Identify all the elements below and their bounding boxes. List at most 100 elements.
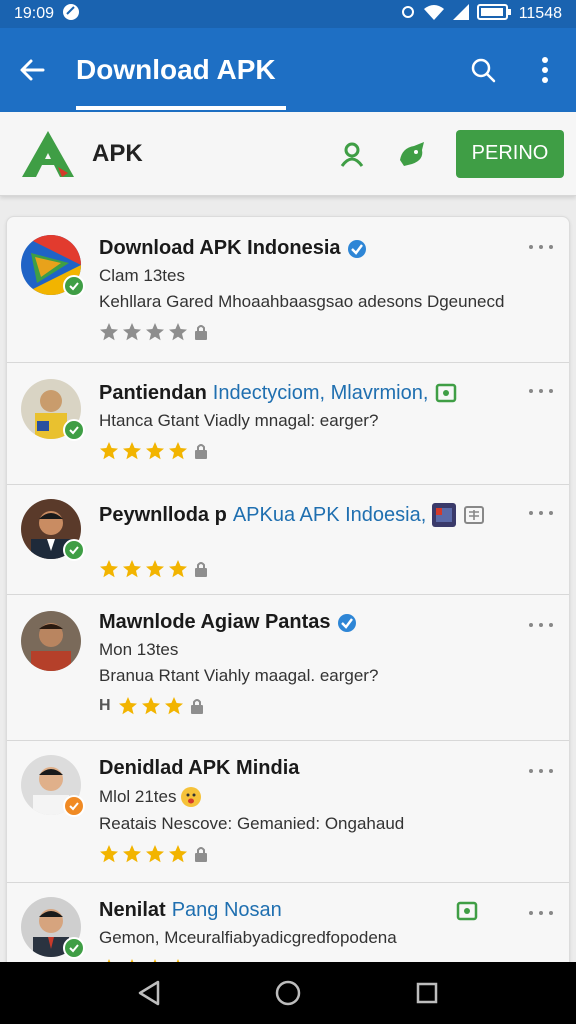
item-description: Gemon, Mceuralfiabyadicgredfopodena (99, 928, 397, 947)
item-title: Mawnlode Agiaw Pantas (99, 611, 331, 633)
item-title: Download APK Indonesia (99, 237, 341, 259)
primary-button[interactable]: PERINO (456, 129, 564, 178)
search-button[interactable] (452, 28, 514, 112)
signal-icon (452, 3, 469, 25)
star-filled-icon (123, 845, 141, 863)
lock-icon (195, 444, 207, 459)
verified-check-icon (63, 795, 85, 817)
lock-icon (195, 325, 207, 340)
item-description: Htanca Gtant Viadly mnagal: earger? (99, 411, 379, 430)
person-icon (340, 142, 364, 167)
screenshot-icon (455, 899, 479, 923)
more-options-button[interactable] (529, 383, 553, 399)
avatar (21, 379, 85, 441)
star-filled-icon (164, 697, 183, 715)
apk-logo-icon (20, 126, 76, 182)
rating-prefix: H (99, 697, 111, 714)
search-icon (471, 58, 496, 83)
app-list: Download APK Indonesia Clam 13tes Kehlla… (6, 216, 570, 976)
item-title: Denidlad APK Mindia (99, 757, 300, 779)
sync-icon (401, 5, 415, 24)
star-filled-icon (146, 560, 164, 578)
lock-icon (195, 847, 207, 862)
more-options-button[interactable] (529, 763, 553, 779)
profile-button[interactable] (322, 124, 382, 184)
overflow-menu-button[interactable] (514, 28, 576, 112)
system-nav-bar (0, 962, 576, 1024)
more-options-button[interactable] (529, 905, 553, 921)
item-title-accent: Pang Nosan (171, 899, 282, 921)
list-item[interactable]: Pantiendan Indectyciom, Mlavrmion, Htanc… (7, 363, 569, 485)
list-item[interactable]: Download APK Indonesia Clam 13tes Kehlla… (7, 217, 569, 363)
star-filled-icon (146, 845, 164, 863)
list-item[interactable]: Mawnlode Agiaw Pantas Mon 13tes Branua R… (7, 595, 569, 741)
verified-check-icon (63, 419, 85, 441)
battery-text: 11548 (518, 5, 562, 22)
list-item[interactable]: Peywnlloda p APKua APK Indoesia, (7, 485, 569, 595)
item-title: Pantiendan (99, 381, 207, 404)
android-button[interactable] (382, 124, 442, 184)
star-filled-icon (100, 560, 118, 578)
apk-label: APK (92, 139, 143, 167)
rating: H (99, 696, 509, 716)
more-options-button[interactable] (529, 239, 553, 255)
circle-home-icon (275, 980, 301, 1006)
wifi-icon (423, 4, 445, 25)
lock-icon (190, 699, 203, 714)
rating (99, 322, 509, 342)
avatar (21, 499, 85, 561)
page-title: Download APK (76, 28, 286, 112)
verified-badge-icon (337, 613, 356, 632)
emoji-icon (181, 787, 202, 807)
rating (99, 844, 509, 864)
image-icon (462, 503, 486, 527)
back-button[interactable] (0, 28, 64, 112)
star-empty-icon (146, 323, 164, 341)
rating (99, 559, 497, 579)
arrow-left-icon (20, 59, 45, 81)
item-size: Clam 13tes (99, 266, 185, 285)
item-title-accent: Indectyciom, Mlavrmion, (212, 381, 429, 404)
notification-icon (62, 3, 80, 26)
star-filled-icon (123, 442, 141, 460)
sub-header: APK PERINO (0, 112, 576, 196)
item-description: Kehllara Gared Mhoaahbaasgsao adesons Dg… (99, 292, 505, 311)
star-empty-icon (169, 323, 187, 341)
star-filled-icon (169, 560, 187, 578)
verified-check-icon (63, 937, 85, 959)
star-filled-icon (146, 442, 164, 460)
nav-home-button[interactable] (258, 963, 318, 1023)
star-filled-icon (141, 697, 160, 715)
flag-icon (432, 503, 457, 527)
star-filled-icon (123, 560, 141, 578)
verified-check-icon (63, 539, 85, 561)
star-filled-icon (118, 697, 137, 715)
more-vert-icon (542, 57, 548, 83)
avatar (21, 897, 85, 959)
star-filled-icon (100, 442, 118, 460)
more-options-button[interactable] (529, 505, 553, 521)
star-empty-icon (100, 323, 118, 341)
star-filled-icon (169, 442, 187, 460)
screenshot-icon (434, 381, 458, 405)
verified-badge-icon (347, 239, 366, 258)
android-icon (400, 141, 424, 166)
verified-check-icon (63, 275, 85, 297)
nav-back-button[interactable] (119, 963, 179, 1023)
rating (99, 441, 489, 461)
avatar (21, 611, 81, 671)
item-size: Mlol 21tes (99, 787, 177, 806)
status-time: 19:09 (14, 5, 55, 22)
app-icon (21, 235, 85, 297)
app-bar: Download APK (0, 28, 576, 112)
square-recents-icon (416, 982, 437, 1004)
more-options-button[interactable] (529, 617, 553, 633)
item-size: Mon 13tes (99, 640, 179, 659)
list-item[interactable]: Denidlad APK Mindia Mlol 21tes Reatais N… (7, 741, 569, 883)
battery-icon (476, 3, 511, 25)
star-empty-icon (123, 323, 141, 341)
avatar (21, 755, 85, 817)
nav-recents-button[interactable] (397, 963, 457, 1023)
status-bar: 19:09 11548 (0, 0, 576, 28)
item-description: Branua Rtant Viahly maagal. earger? (99, 666, 379, 685)
